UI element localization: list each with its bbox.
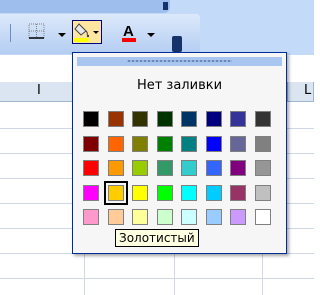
color-swatch[interactable]: [254, 184, 271, 201]
color-swatch[interactable]: [230, 184, 246, 201]
color-swatch[interactable]: [107, 111, 124, 127]
color-swatch[interactable]: [156, 184, 173, 201]
borders-button[interactable]: [28, 22, 46, 44]
color-swatch[interactable]: [230, 111, 246, 127]
color-swatch[interactable]: [83, 184, 99, 201]
borders-icon: [28, 23, 45, 39]
color-swatch[interactable]: [132, 184, 148, 201]
column-letter[interactable]: L: [304, 83, 311, 98]
toolbar-handle[interactable]: [0, 0, 170, 13]
fill-color-button[interactable]: [72, 20, 102, 44]
color-swatch[interactable]: [132, 111, 148, 127]
color-swatch[interactable]: [254, 209, 271, 225]
color-swatch[interactable]: [83, 209, 99, 225]
font-color-icon: A: [122, 23, 136, 42]
color-swatch[interactable]: [181, 135, 197, 152]
color-swatch[interactable]: [83, 160, 99, 176]
color-swatch[interactable]: [156, 160, 173, 176]
color-swatch[interactable]: [181, 160, 197, 176]
fill-color-palette: Нет заливки: [72, 52, 287, 254]
svg-text:A: A: [123, 23, 134, 40]
toolbar-separator: [10, 24, 11, 42]
color-swatch[interactable]: [181, 209, 197, 225]
color-swatch[interactable]: [83, 135, 99, 152]
font-color-dropdown-arrow[interactable]: [147, 33, 155, 38]
color-swatch[interactable]: [156, 135, 173, 152]
paint-bucket-icon: [74, 23, 99, 42]
no-fill-button[interactable]: Нет заливки: [77, 73, 282, 99]
color-swatch[interactable]: [205, 209, 222, 225]
color-swatch[interactable]: [156, 209, 173, 225]
color-swatch[interactable]: [205, 135, 222, 152]
header-divider: [287, 82, 288, 102]
color-swatch[interactable]: [156, 111, 173, 127]
color-swatch[interactable]: [254, 135, 271, 152]
toolbar-nub: [163, 2, 168, 10]
color-swatch[interactable]: [254, 111, 271, 127]
color-swatch[interactable]: [230, 209, 246, 225]
color-swatch[interactable]: [107, 160, 124, 176]
grid-line: [0, 278, 314, 279]
color-swatch[interactable]: [132, 135, 148, 152]
grip-dots-icon: [127, 60, 232, 62]
font-color-button[interactable]: A: [120, 22, 142, 44]
palette-drag-handle[interactable]: [77, 57, 282, 66]
color-swatch[interactable]: [205, 184, 222, 201]
toolbar-overflow-button[interactable]: [172, 36, 182, 52]
color-swatch[interactable]: [205, 111, 222, 127]
color-swatch[interactable]: [181, 184, 197, 201]
color-swatch[interactable]: [230, 160, 246, 176]
formatting-toolbar: A: [0, 0, 314, 55]
color-swatch[interactable]: [103, 180, 128, 205]
color-swatch[interactable]: [205, 160, 222, 176]
column-letter[interactable]: I: [37, 83, 41, 98]
color-swatch[interactable]: [107, 135, 124, 152]
color-swatch[interactable]: [230, 135, 246, 152]
color-swatch[interactable]: [254, 160, 271, 176]
color-swatch[interactable]: [107, 209, 124, 225]
borders-dropdown-arrow[interactable]: [58, 33, 66, 38]
color-swatch[interactable]: [132, 209, 148, 225]
color-swatch[interactable]: [132, 160, 148, 176]
color-swatch[interactable]: [181, 111, 197, 127]
color-tooltip: Золотистый: [115, 229, 199, 247]
color-swatch[interactable]: [83, 111, 99, 127]
